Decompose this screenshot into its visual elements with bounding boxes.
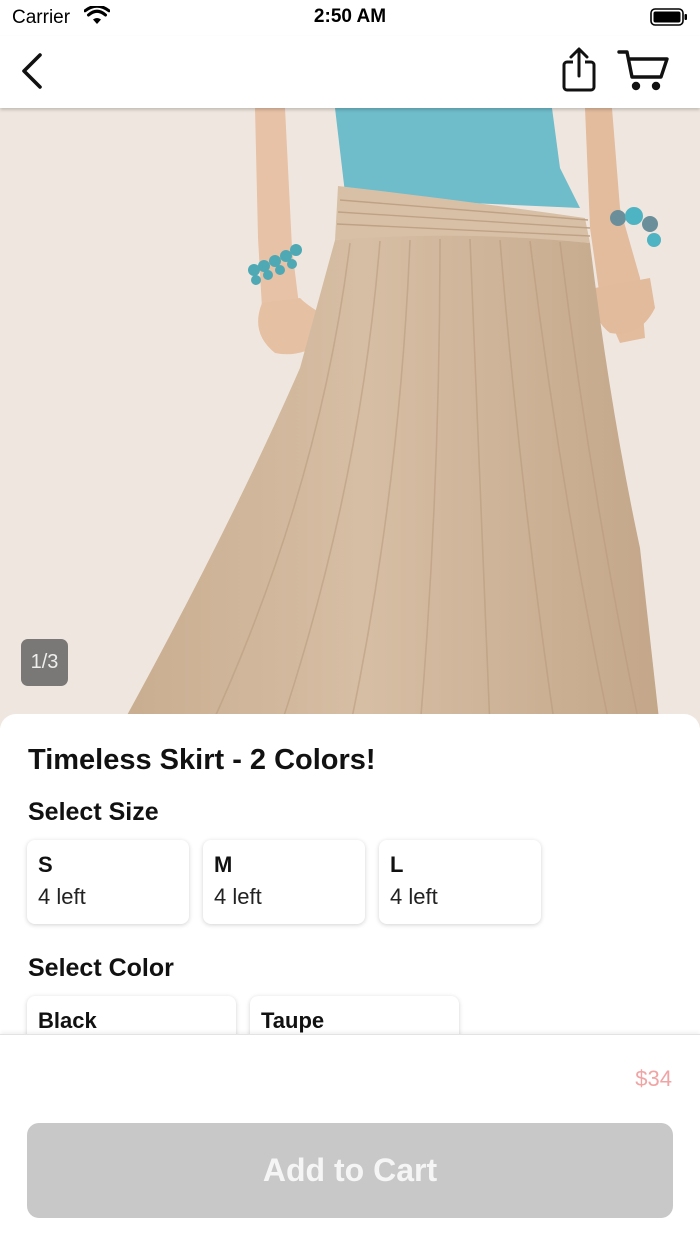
size-option-s[interactable]: S 4 left <box>27 840 189 924</box>
size-option-m[interactable]: M 4 left <box>203 840 365 924</box>
battery-icon <box>650 8 687 26</box>
share-icon <box>562 47 596 92</box>
size-option-label: M <box>214 852 233 877</box>
navigation-bar <box>0 36 700 108</box>
select-color-heading: Select Color <box>28 954 174 982</box>
cart-icon <box>617 50 669 91</box>
size-option-label: L <box>390 852 404 877</box>
size-option-l[interactable]: L 4 left <box>379 840 541 924</box>
image-counter-badge: 1/3 <box>21 639 68 686</box>
color-option-label: Black <box>38 1008 97 1033</box>
add-to-cart-button[interactable]: Add to Cart <box>27 1123 673 1218</box>
product-image[interactable]: 1/3 <box>0 108 700 728</box>
product-title: Timeless Skirt - 2 Colors! <box>28 744 376 776</box>
size-option-stock: 4 left <box>38 884 86 909</box>
product-details-sheet: Timeless Skirt - 2 Colors! Select Size S… <box>0 714 700 1056</box>
back-button[interactable] <box>14 50 54 94</box>
skirt-photo <box>0 108 700 728</box>
chevron-left-icon <box>22 53 42 89</box>
size-option-stock: 4 left <box>214 884 262 909</box>
color-option-label: Taupe <box>261 1008 325 1033</box>
product-price: $34 <box>635 1066 672 1091</box>
status-bar: Carrier 2:50 AM <box>0 0 700 36</box>
share-button[interactable] <box>556 46 602 96</box>
size-option-stock: 4 left <box>390 884 438 909</box>
cart-button[interactable] <box>616 46 672 96</box>
select-size-heading: Select Size <box>28 798 159 826</box>
status-time: 2:50 AM <box>313 6 387 27</box>
purchase-footer: $34 Add to Cart <box>0 1034 700 1244</box>
size-option-label: S <box>38 852 53 877</box>
